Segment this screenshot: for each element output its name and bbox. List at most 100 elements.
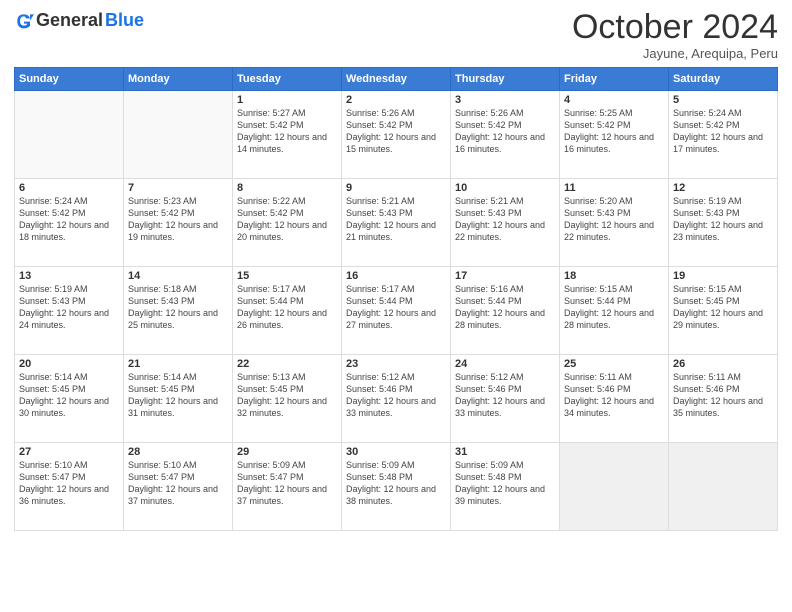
day-number: 30 bbox=[346, 446, 446, 458]
cal-cell: 11Sunrise: 5:20 AM Sunset: 5:43 PM Dayli… bbox=[560, 179, 669, 267]
cal-cell: 31Sunrise: 5:09 AM Sunset: 5:48 PM Dayli… bbox=[451, 443, 560, 531]
cell-info: Sunrise: 5:12 AM Sunset: 5:46 PM Dayligh… bbox=[455, 371, 555, 420]
cal-cell bbox=[124, 91, 233, 179]
cal-cell: 26Sunrise: 5:11 AM Sunset: 5:46 PM Dayli… bbox=[669, 355, 778, 443]
cal-cell: 23Sunrise: 5:12 AM Sunset: 5:46 PM Dayli… bbox=[342, 355, 451, 443]
cell-info: Sunrise: 5:17 AM Sunset: 5:44 PM Dayligh… bbox=[237, 283, 337, 332]
cell-info: Sunrise: 5:15 AM Sunset: 5:45 PM Dayligh… bbox=[673, 283, 773, 332]
day-number: 2 bbox=[346, 94, 446, 106]
week-row-0: 1Sunrise: 5:27 AM Sunset: 5:42 PM Daylig… bbox=[15, 91, 778, 179]
cal-cell: 21Sunrise: 5:14 AM Sunset: 5:45 PM Dayli… bbox=[124, 355, 233, 443]
cell-info: Sunrise: 5:26 AM Sunset: 5:42 PM Dayligh… bbox=[346, 107, 446, 156]
logo-general-text: General bbox=[36, 10, 103, 31]
day-number: 12 bbox=[673, 182, 773, 194]
cell-info: Sunrise: 5:16 AM Sunset: 5:44 PM Dayligh… bbox=[455, 283, 555, 332]
cell-info: Sunrise: 5:09 AM Sunset: 5:47 PM Dayligh… bbox=[237, 459, 337, 508]
cal-cell: 3Sunrise: 5:26 AM Sunset: 5:42 PM Daylig… bbox=[451, 91, 560, 179]
location: Jayune, Arequipa, Peru bbox=[572, 46, 778, 61]
day-number: 8 bbox=[237, 182, 337, 194]
cal-cell: 19Sunrise: 5:15 AM Sunset: 5:45 PM Dayli… bbox=[669, 267, 778, 355]
week-row-3: 20Sunrise: 5:14 AM Sunset: 5:45 PM Dayli… bbox=[15, 355, 778, 443]
day-number: 28 bbox=[128, 446, 228, 458]
col-header-friday: Friday bbox=[560, 68, 669, 91]
cell-info: Sunrise: 5:09 AM Sunset: 5:48 PM Dayligh… bbox=[346, 459, 446, 508]
cal-cell: 16Sunrise: 5:17 AM Sunset: 5:44 PM Dayli… bbox=[342, 267, 451, 355]
cal-cell: 24Sunrise: 5:12 AM Sunset: 5:46 PM Dayli… bbox=[451, 355, 560, 443]
cal-cell: 20Sunrise: 5:14 AM Sunset: 5:45 PM Dayli… bbox=[15, 355, 124, 443]
day-number: 18 bbox=[564, 270, 664, 282]
day-number: 20 bbox=[19, 358, 119, 370]
week-row-1: 6Sunrise: 5:24 AM Sunset: 5:42 PM Daylig… bbox=[15, 179, 778, 267]
cell-info: Sunrise: 5:15 AM Sunset: 5:44 PM Dayligh… bbox=[564, 283, 664, 332]
cal-cell: 8Sunrise: 5:22 AM Sunset: 5:42 PM Daylig… bbox=[233, 179, 342, 267]
logo-icon bbox=[14, 11, 34, 31]
day-number: 31 bbox=[455, 446, 555, 458]
cell-info: Sunrise: 5:24 AM Sunset: 5:42 PM Dayligh… bbox=[673, 107, 773, 156]
cal-cell: 28Sunrise: 5:10 AM Sunset: 5:47 PM Dayli… bbox=[124, 443, 233, 531]
cal-cell: 1Sunrise: 5:27 AM Sunset: 5:42 PM Daylig… bbox=[233, 91, 342, 179]
month-title: October 2024 bbox=[572, 10, 778, 44]
cal-cell bbox=[15, 91, 124, 179]
cal-cell: 5Sunrise: 5:24 AM Sunset: 5:42 PM Daylig… bbox=[669, 91, 778, 179]
col-header-saturday: Saturday bbox=[669, 68, 778, 91]
cal-cell: 7Sunrise: 5:23 AM Sunset: 5:42 PM Daylig… bbox=[124, 179, 233, 267]
cal-cell: 12Sunrise: 5:19 AM Sunset: 5:43 PM Dayli… bbox=[669, 179, 778, 267]
cal-cell bbox=[560, 443, 669, 531]
day-number: 29 bbox=[237, 446, 337, 458]
cell-info: Sunrise: 5:17 AM Sunset: 5:44 PM Dayligh… bbox=[346, 283, 446, 332]
cal-cell: 9Sunrise: 5:21 AM Sunset: 5:43 PM Daylig… bbox=[342, 179, 451, 267]
cal-cell: 10Sunrise: 5:21 AM Sunset: 5:43 PM Dayli… bbox=[451, 179, 560, 267]
col-header-thursday: Thursday bbox=[451, 68, 560, 91]
day-number: 27 bbox=[19, 446, 119, 458]
cell-info: Sunrise: 5:26 AM Sunset: 5:42 PM Dayligh… bbox=[455, 107, 555, 156]
cell-info: Sunrise: 5:13 AM Sunset: 5:45 PM Dayligh… bbox=[237, 371, 337, 420]
cell-info: Sunrise: 5:10 AM Sunset: 5:47 PM Dayligh… bbox=[19, 459, 119, 508]
day-number: 6 bbox=[19, 182, 119, 194]
page: General Blue October 2024 Jayune, Arequi… bbox=[0, 0, 792, 612]
day-number: 22 bbox=[237, 358, 337, 370]
cell-info: Sunrise: 5:27 AM Sunset: 5:42 PM Dayligh… bbox=[237, 107, 337, 156]
cell-info: Sunrise: 5:14 AM Sunset: 5:45 PM Dayligh… bbox=[19, 371, 119, 420]
title-area: October 2024 Jayune, Arequipa, Peru bbox=[572, 10, 778, 61]
day-number: 21 bbox=[128, 358, 228, 370]
calendar-table: SundayMondayTuesdayWednesdayThursdayFrid… bbox=[14, 67, 778, 531]
cell-info: Sunrise: 5:23 AM Sunset: 5:42 PM Dayligh… bbox=[128, 195, 228, 244]
col-header-monday: Monday bbox=[124, 68, 233, 91]
header: General Blue October 2024 Jayune, Arequi… bbox=[14, 10, 778, 61]
cal-cell: 18Sunrise: 5:15 AM Sunset: 5:44 PM Dayli… bbox=[560, 267, 669, 355]
cell-info: Sunrise: 5:19 AM Sunset: 5:43 PM Dayligh… bbox=[19, 283, 119, 332]
col-header-tuesday: Tuesday bbox=[233, 68, 342, 91]
day-number: 7 bbox=[128, 182, 228, 194]
day-number: 16 bbox=[346, 270, 446, 282]
day-number: 17 bbox=[455, 270, 555, 282]
day-number: 5 bbox=[673, 94, 773, 106]
day-number: 25 bbox=[564, 358, 664, 370]
cal-cell: 22Sunrise: 5:13 AM Sunset: 5:45 PM Dayli… bbox=[233, 355, 342, 443]
cell-info: Sunrise: 5:11 AM Sunset: 5:46 PM Dayligh… bbox=[564, 371, 664, 420]
cal-cell: 27Sunrise: 5:10 AM Sunset: 5:47 PM Dayli… bbox=[15, 443, 124, 531]
cell-info: Sunrise: 5:18 AM Sunset: 5:43 PM Dayligh… bbox=[128, 283, 228, 332]
cal-cell bbox=[669, 443, 778, 531]
cal-cell: 6Sunrise: 5:24 AM Sunset: 5:42 PM Daylig… bbox=[15, 179, 124, 267]
cell-info: Sunrise: 5:09 AM Sunset: 5:48 PM Dayligh… bbox=[455, 459, 555, 508]
cell-info: Sunrise: 5:11 AM Sunset: 5:46 PM Dayligh… bbox=[673, 371, 773, 420]
day-number: 24 bbox=[455, 358, 555, 370]
logo-blue-text: Blue bbox=[105, 10, 144, 31]
day-number: 10 bbox=[455, 182, 555, 194]
day-number: 3 bbox=[455, 94, 555, 106]
logo: General Blue bbox=[14, 10, 144, 31]
day-number: 14 bbox=[128, 270, 228, 282]
cal-cell: 30Sunrise: 5:09 AM Sunset: 5:48 PM Dayli… bbox=[342, 443, 451, 531]
cell-info: Sunrise: 5:24 AM Sunset: 5:42 PM Dayligh… bbox=[19, 195, 119, 244]
cal-cell: 4Sunrise: 5:25 AM Sunset: 5:42 PM Daylig… bbox=[560, 91, 669, 179]
cell-info: Sunrise: 5:22 AM Sunset: 5:42 PM Dayligh… bbox=[237, 195, 337, 244]
cell-info: Sunrise: 5:12 AM Sunset: 5:46 PM Dayligh… bbox=[346, 371, 446, 420]
logo-area: General Blue bbox=[14, 10, 144, 31]
col-header-sunday: Sunday bbox=[15, 68, 124, 91]
cal-cell: 17Sunrise: 5:16 AM Sunset: 5:44 PM Dayli… bbox=[451, 267, 560, 355]
cal-cell: 29Sunrise: 5:09 AM Sunset: 5:47 PM Dayli… bbox=[233, 443, 342, 531]
cell-info: Sunrise: 5:14 AM Sunset: 5:45 PM Dayligh… bbox=[128, 371, 228, 420]
cell-info: Sunrise: 5:21 AM Sunset: 5:43 PM Dayligh… bbox=[346, 195, 446, 244]
day-number: 11 bbox=[564, 182, 664, 194]
cal-cell: 25Sunrise: 5:11 AM Sunset: 5:46 PM Dayli… bbox=[560, 355, 669, 443]
